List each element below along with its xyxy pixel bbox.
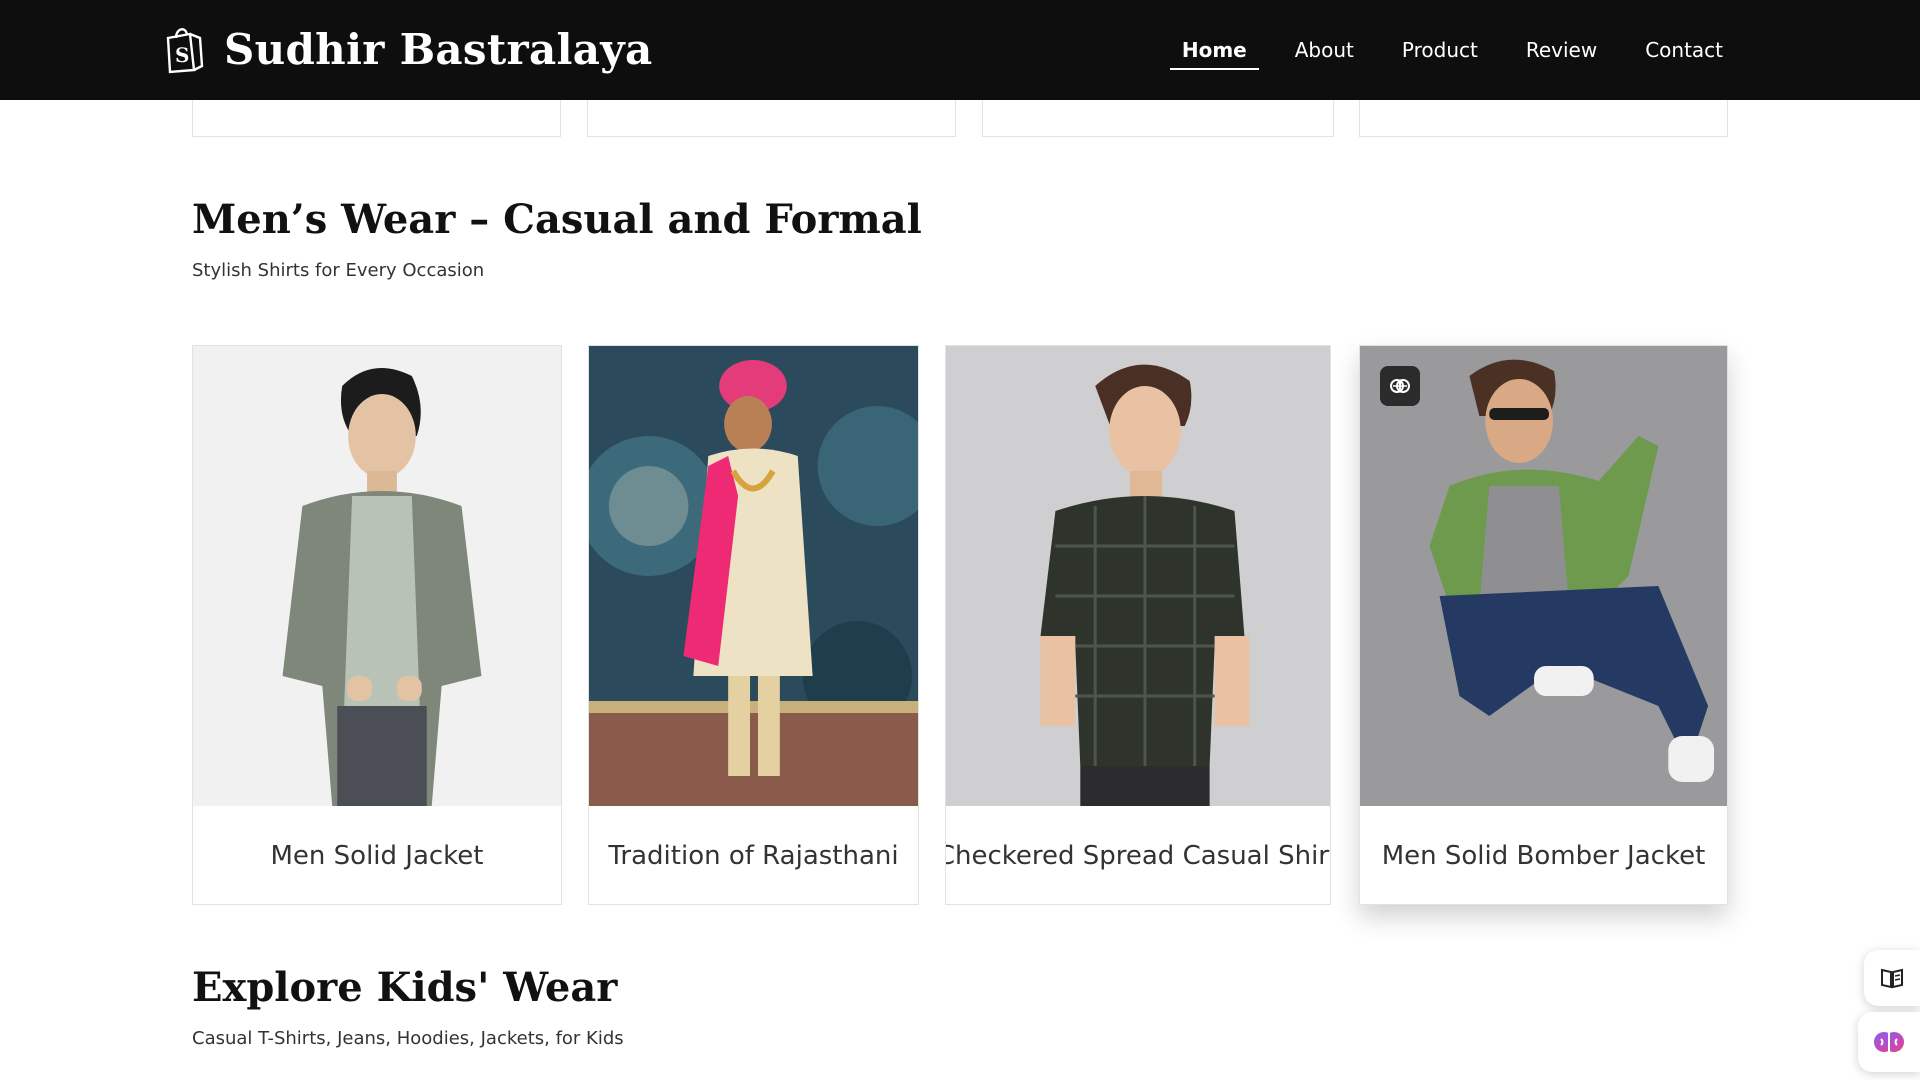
product-title: Men Solid Jacket (270, 841, 484, 871)
kids-section-title: Explore Kids' Wear (192, 964, 618, 1011)
nav-review[interactable]: Review (1514, 0, 1609, 100)
ai-assistant-button[interactable] (1858, 1012, 1920, 1072)
product-card-checkered-spread-casual-shirt[interactable]: Checkered Spread Casual Shirt (945, 345, 1331, 905)
nav-home[interactable]: Home (1169, 0, 1259, 100)
product-image (193, 346, 561, 806)
product-card-men-solid-bomber-jacket[interactable]: Men Solid Bomber Jacket (1359, 345, 1728, 905)
product-image (1360, 346, 1727, 806)
product-title: Men Solid Bomber Jacket (1381, 841, 1706, 871)
nav-about[interactable]: About (1283, 0, 1366, 100)
previous-product-card[interactable] (192, 100, 561, 137)
extension-badge[interactable] (1380, 366, 1420, 406)
brand-name: Sudhir Bastralaya (224, 24, 653, 74)
brand[interactable]: S Sudhir Bastralaya (160, 22, 652, 76)
product-card-tradition-of-rajasthani[interactable]: Tradition of Rajasthani (588, 345, 919, 905)
reader-mode-button[interactable] (1864, 950, 1920, 1006)
book-open-icon (1881, 968, 1903, 989)
product-title: Tradition of Rajasthani (608, 841, 899, 871)
nav-contact[interactable]: Contact (1633, 0, 1735, 100)
product-card-men-solid-jacket[interactable]: Men Solid Jacket (192, 345, 562, 905)
brain-icon (1874, 1032, 1904, 1052)
product-title: Checkered Spread Casual Shirt (945, 841, 1331, 871)
nav-product[interactable]: Product (1390, 0, 1490, 100)
previous-product-card[interactable] (982, 100, 1334, 137)
kids-section-subtitle: Casual T-Shirts, Jeans, Hoodies, Jackets… (192, 1028, 624, 1049)
previous-product-card[interactable] (1359, 100, 1728, 137)
shopping-bag-logo-icon: S (166, 28, 204, 74)
brain-icon (1390, 379, 1410, 393)
previous-product-card[interactable] (587, 100, 956, 137)
main-nav: Home About Product Review Contact (1169, 0, 1735, 100)
product-image (589, 346, 918, 806)
product-image (946, 346, 1330, 806)
top-navbar: S Sudhir Bastralaya Home About Product R… (0, 0, 1920, 100)
mens-section-title: Men’s Wear – Casual and Formal (192, 196, 922, 243)
mens-section-subtitle: Stylish Shirts for Every Occasion (192, 260, 485, 281)
svg-text:S: S (175, 43, 189, 67)
